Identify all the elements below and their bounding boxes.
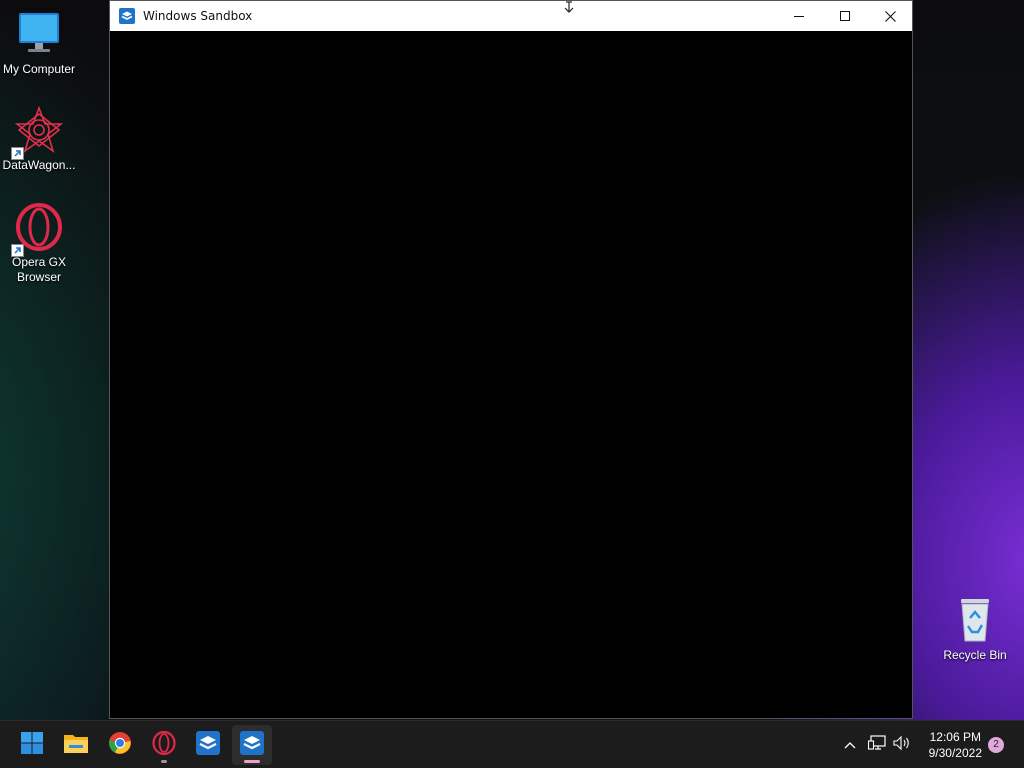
- taskbar: 12:06 PM 9/30/2022 2: [0, 720, 1024, 768]
- sandbox-icon: [240, 730, 264, 760]
- recycle-bin-icon: [951, 596, 999, 644]
- desktop-icon-recycle-bin[interactable]: Recycle Bin: [936, 596, 1014, 663]
- sandbox-content-area[interactable]: [110, 31, 912, 718]
- speaker-icon: [893, 735, 911, 756]
- taskbar-chrome[interactable]: [100, 725, 140, 765]
- opera-gx-icon: [152, 730, 176, 760]
- desktop-icon-datawagon[interactable]: DataWagon...: [0, 105, 78, 173]
- close-button[interactable]: [867, 1, 913, 31]
- network-icon: [867, 734, 886, 756]
- monitor-icon: [15, 10, 63, 58]
- taskbar-opera-gx[interactable]: [144, 725, 184, 765]
- minimize-button[interactable]: [776, 1, 822, 31]
- folder-icon: [63, 732, 89, 759]
- sandbox-icon: [196, 730, 220, 760]
- window-titlebar[interactable]: Windows Sandbox: [110, 1, 912, 31]
- desktop-icon-label: Recycle Bin: [943, 648, 1007, 662]
- maximize-button[interactable]: [822, 1, 868, 31]
- show-hidden-icons-button[interactable]: [840, 733, 860, 757]
- resize-cursor-icon: [563, 1, 575, 20]
- clock[interactable]: 12:06 PM 9/30/2022: [929, 729, 982, 761]
- windows-sandbox-window[interactable]: Windows Sandbox: [109, 0, 913, 719]
- taskbar-windows-sandbox-pinned[interactable]: [188, 725, 228, 765]
- running-indicator: [161, 760, 167, 763]
- chrome-icon: [108, 731, 132, 760]
- desktop-icon-label: Opera GX Browser: [11, 255, 67, 284]
- windows-start-icon: [20, 731, 44, 760]
- notification-badge[interactable]: 2: [988, 737, 1004, 753]
- opera-gx-icon: [11, 203, 63, 257]
- clock-time: 12:06 PM: [929, 730, 981, 744]
- desktop-icon-my-computer[interactable]: My Computer: [0, 10, 78, 77]
- clock-date: 9/30/2022: [928, 746, 982, 760]
- chevron-up-icon: [844, 736, 856, 754]
- datawagon-icon: [11, 105, 64, 160]
- taskbar-windows-sandbox-active[interactable]: [232, 725, 272, 765]
- volume-button[interactable]: [891, 733, 913, 757]
- desktop-icon-opera-gx[interactable]: Opera GX Browser: [0, 203, 78, 285]
- sandbox-icon: [119, 8, 135, 24]
- desktop-icon-label: My Computer: [2, 62, 76, 76]
- start-button[interactable]: [12, 725, 52, 765]
- shortcut-arrow-icon: [11, 244, 24, 257]
- taskbar-file-explorer[interactable]: [56, 725, 96, 765]
- shortcut-arrow-icon: [11, 147, 24, 160]
- window-title: Windows Sandbox: [143, 9, 253, 23]
- active-indicator: [244, 760, 260, 763]
- network-button[interactable]: [866, 733, 888, 757]
